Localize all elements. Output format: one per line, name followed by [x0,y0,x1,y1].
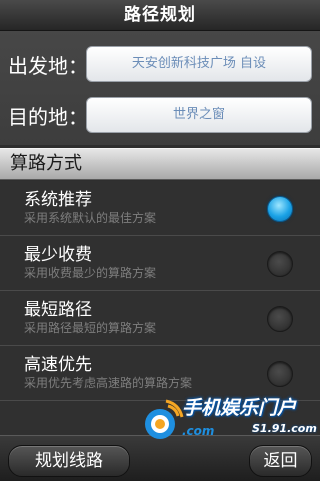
route-option-desc: 采用收费最少的算路方案 [24,266,157,280]
watermark-com: .com [182,424,215,438]
page-title: 路径规划 [0,0,320,31]
route-option-desc: 采用优先考虑高速路的算路方案 [24,376,193,390]
back-button[interactable]: 返回 [249,445,312,477]
route-option-least-toll[interactable]: 最少收费 采用收费最少的算路方案 [0,236,320,291]
route-method-header: 算路方式 [0,148,320,180]
route-option-shortest[interactable]: 最短路径 采用路径最短的算路方案 [0,291,320,346]
origin-label: 出发地： [8,54,88,78]
plan-route-button[interactable]: 规划线路 [8,445,130,477]
watermark-logo-icon [145,399,184,439]
route-option-desc: 采用路径最短的算路方案 [24,321,157,335]
destination-row: 目的地： 世界之窗 [0,97,320,137]
route-option-title: 高速优先 [24,355,92,375]
watermark-url: S1.91.com [252,422,317,435]
destination-field[interactable]: 世界之窗 [86,97,312,133]
route-option-desc: 采用系统默认的最佳方案 [24,211,157,225]
watermark-name: 手机娱乐门户 [182,397,297,419]
watermark: 手机娱乐门户 .com S1.91.com [138,392,317,446]
destination-label: 目的地： [8,105,88,129]
origin-row: 出发地： 天安创新科技广场 自设 [0,46,320,86]
route-option-title: 系统推荐 [24,190,92,210]
route-option-recommended[interactable]: 系统推荐 采用系统默认的最佳方案 [0,181,320,236]
radio-button[interactable] [267,361,293,387]
radio-button[interactable] [267,251,293,277]
radio-button[interactable] [267,196,293,222]
radio-button[interactable] [267,306,293,332]
route-method-heading: 算路方式 [10,153,82,174]
route-option-title: 最短路径 [24,300,92,320]
origin-field[interactable]: 天安创新科技广场 自设 [86,46,312,82]
route-form: 出发地： 天安创新科技广场 自设 目的地： 世界之窗 [0,31,320,145]
route-option-title: 最少收费 [24,245,92,265]
